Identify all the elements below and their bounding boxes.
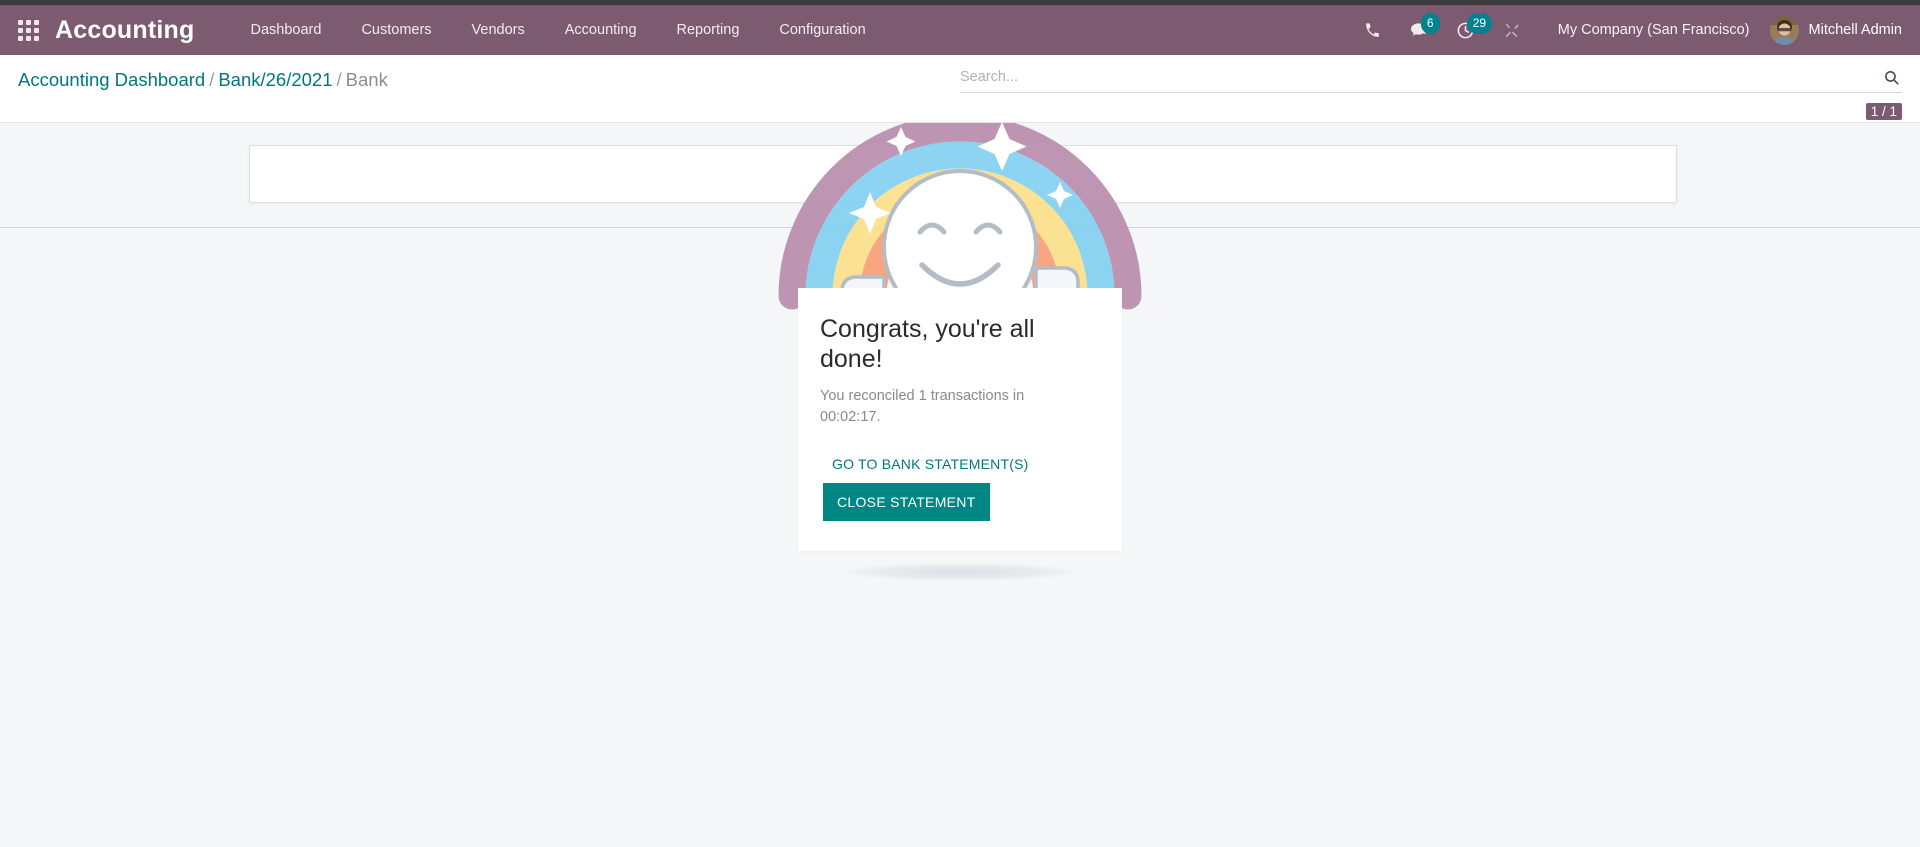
navbar-right-section: 6 29 My Company (San Francisco) Mitchell… (1350, 5, 1902, 55)
search-input[interactable] (960, 67, 1881, 87)
phone-icon[interactable] (1350, 5, 1395, 55)
activities-icon[interactable]: 29 (1442, 5, 1493, 55)
rainbow-man-title: Congrats, you're all done! (820, 315, 1035, 373)
menu-item-configuration[interactable]: Configuration (759, 7, 885, 53)
avatar (1769, 15, 1799, 45)
search-bar (960, 67, 1902, 93)
content-divider (0, 227, 1920, 228)
breadcrumb-current: Bank (345, 69, 388, 90)
menu-item-reporting[interactable]: Reporting (657, 7, 760, 53)
breadcrumb: Accounting Dashboard / Bank/26/2021/Bank (18, 69, 388, 91)
debug-tools-icon[interactable] (1489, 5, 1534, 55)
user-name: Mitchell Admin (1808, 22, 1902, 38)
menu-item-dashboard[interactable]: Dashboard (231, 7, 342, 53)
rainbow-man-message-card: Congrats, you're all done! You reconcile… (798, 288, 1122, 552)
menu-item-customers[interactable]: Customers (341, 7, 451, 53)
messages-badge: 6 (1420, 13, 1440, 34)
rainbow-man-shadow (842, 563, 1078, 582)
breadcrumb-item-statement[interactable]: Bank/26/2021 (218, 69, 332, 90)
search-icon[interactable] (1881, 69, 1902, 86)
main-navbar: Accounting Dashboard Customers Vendors A… (0, 5, 1920, 55)
main-menu: Dashboard Customers Vendors Accounting R… (231, 7, 886, 53)
company-selector[interactable]: My Company (San Francisco) (1534, 22, 1764, 38)
breadcrumb-separator-2: / (336, 69, 342, 90)
user-menu[interactable]: Mitchell Admin (1764, 15, 1902, 45)
pager[interactable]: 1 / 1 (1865, 103, 1902, 120)
reconciliation-sheet (249, 145, 1677, 203)
menu-item-vendors[interactable]: Vendors (452, 7, 545, 53)
sheet-wrapper (0, 123, 1920, 228)
messages-icon[interactable]: 6 (1395, 5, 1442, 55)
content-area: Congrats, you're all done! You reconcile… (0, 123, 1920, 847)
menu-item-accounting[interactable]: Accounting (545, 7, 657, 53)
control-panel: Accounting Dashboard/Bank/26/2021/Bank 1… (0, 55, 1920, 123)
apps-grid-icon[interactable] (18, 19, 39, 41)
go-to-bank-statements-link[interactable]: GO TO BANK STATEMENT(S) (822, 450, 1102, 478)
close-statement-button[interactable]: CLOSE STATEMENT (823, 483, 990, 522)
rainbow-man-message: You reconciled 1 transactions in 00:02:1… (820, 388, 1025, 426)
breadcrumb-item-dashboard[interactable]: Accounting Dashboard (18, 69, 205, 90)
breadcrumb-separator: / (209, 69, 215, 90)
app-brand-accounting[interactable]: Accounting (55, 16, 195, 45)
